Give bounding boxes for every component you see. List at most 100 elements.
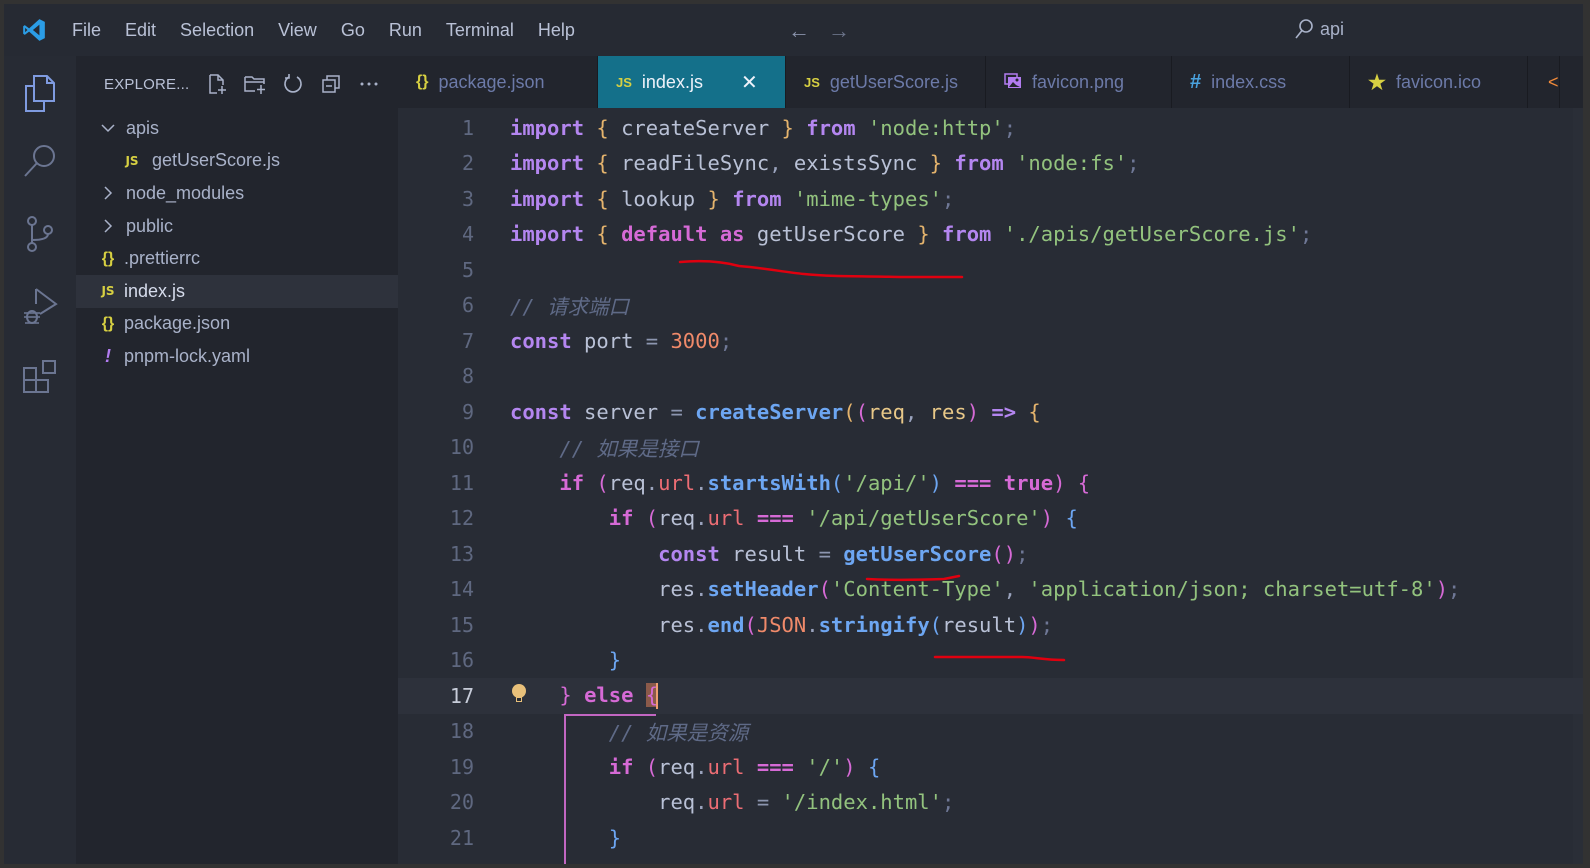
code-token: ; <box>942 790 955 815</box>
code-line[interactable]: 11 if (req.url.startsWith('/api/') === t… <box>398 465 1583 501</box>
javascript-file-icon: JS <box>616 74 632 90</box>
tree-item-label: .prettierrc <box>124 248 201 269</box>
code-text: if (req.url.startsWith('/api/') === true… <box>510 471 1090 495</box>
menu-run[interactable]: Run <box>377 20 434 41</box>
code-token: . <box>695 470 708 495</box>
tree-item-label: public <box>126 215 174 236</box>
menu-edit[interactable]: Edit <box>113 20 168 41</box>
menu-file[interactable]: File <box>60 20 113 41</box>
bracket-guide-horizontal <box>564 713 656 716</box>
tree-item-index-js[interactable]: JS index.js <box>76 274 398 308</box>
line-number: 15 <box>449 612 474 637</box>
collapse-all-icon[interactable] <box>319 72 343 96</box>
menu-terminal[interactable]: Terminal <box>434 20 526 41</box>
command-center-search[interactable]: api <box>1294 18 1344 40</box>
code-line[interactable]: 8 <box>398 359 1583 395</box>
code-line[interactable]: 13 const result = getUserScore(); <box>398 536 1583 572</box>
vscode-window: File Edit Selection View Go Run Terminal Help ←… <box>4 4 1583 864</box>
line-number: 8 <box>461 364 474 389</box>
tab-favicon-ico[interactable]: ★ favicon.ico <box>1350 56 1528 108</box>
source-control-icon[interactable] <box>20 214 60 254</box>
line-number: 10 <box>449 435 474 460</box>
code-token: ) <box>1435 577 1449 602</box>
tree-item-pnpm-lock-yaml[interactable]: ! pnpm-lock.yaml <box>76 340 398 373</box>
javascript-file-icon: JS <box>125 153 139 168</box>
tree-item-label: getUserScore.js <box>152 150 281 171</box>
code-line[interactable]: 7 const port = 3000; <box>398 323 1583 359</box>
code-line[interactable]: 14 res.setHeader('Content-Type', 'applic… <box>398 572 1583 608</box>
code-line[interactable]: 20 req.url = '/index.html'; <box>398 785 1583 821</box>
line-number: 5 <box>461 257 474 282</box>
search-icon[interactable] <box>20 142 60 182</box>
refresh-icon[interactable] <box>281 72 305 96</box>
code-line[interactable]: 19 if (req.url === '/') { <box>398 749 1583 785</box>
forward-arrow-icon[interactable]: → <box>828 18 850 44</box>
code-token: } <box>559 682 572 707</box>
menu-go[interactable]: Go <box>329 20 377 41</box>
explorer-icon[interactable] <box>20 74 60 114</box>
tab-package-json[interactable]: {} package.json <box>398 56 598 108</box>
tab-index-js[interactable]: JS index.js ✕ <box>598 56 786 108</box>
code-line[interactable]: 1 import { createServer } from 'node:http… <box>398 110 1583 146</box>
new-file-icon[interactable] <box>205 72 229 96</box>
code-line[interactable]: 6 // 请求端口 <box>398 288 1583 324</box>
code-token: ; <box>1127 151 1140 176</box>
tab-overflow-html-icon[interactable]: < <box>1528 56 1560 108</box>
code-line[interactable]: 17 } else { <box>398 678 1583 714</box>
tab-getuserscore-js[interactable]: JS getUserScore.js <box>786 56 986 108</box>
code-line[interactable]: 9 const server = createServer((req, res) … <box>398 394 1583 430</box>
code-line[interactable]: 15 res.end(JSON.stringify(result)); <box>398 607 1583 643</box>
tree-item-apis[interactable]: apis <box>76 112 398 145</box>
line-number: 12 <box>449 506 474 531</box>
code-text: } else { <box>510 682 659 709</box>
json-file-icon: {} <box>416 73 429 90</box>
menu-selection[interactable]: Selection <box>168 20 266 41</box>
lightbulb-icon[interactable] <box>510 683 530 707</box>
close-tab-icon[interactable]: ✕ <box>741 70 758 95</box>
tree-item-getuserscore-js[interactable]: JS getUserScore.js <box>76 145 398 178</box>
code-line[interactable]: 21 } <box>398 820 1583 856</box>
code-token: '/api/' <box>843 470 930 495</box>
line-number: 18 <box>449 719 474 744</box>
bracket-guide <box>564 713 566 864</box>
code-line[interactable]: 12 if (req.url === '/api/getUserScore') … <box>398 501 1583 537</box>
code-token: import <box>510 222 585 247</box>
code-line[interactable]: 18 // 如果是资源 <box>398 714 1583 750</box>
more-actions-icon[interactable] <box>357 72 381 96</box>
code-token: from <box>942 222 992 247</box>
tab-index-css[interactable]: # index.css <box>1172 56 1350 108</box>
code-token: } <box>608 648 622 673</box>
code-line[interactable]: 2 import { readFileSync, existsSync } fro… <box>398 146 1583 182</box>
line-number: 6 <box>461 293 474 318</box>
code-line[interactable]: 4 import { default as getUserScore } from… <box>398 217 1583 253</box>
menu-view[interactable]: View <box>266 20 329 41</box>
code-token: . <box>695 754 708 779</box>
tree-item-prettierrc[interactable]: {} .prettierrc <box>76 242 398 275</box>
tree-item-public[interactable]: public <box>76 210 398 243</box>
run-debug-icon[interactable] <box>20 286 60 326</box>
code-token: setHeader <box>707 577 819 602</box>
code-line[interactable]: 10 // 如果是接口 <box>398 430 1583 466</box>
tree-item-package-json[interactable]: {} package.json <box>76 308 398 341</box>
code-token: req <box>658 754 696 779</box>
tree-item-node-modules[interactable]: node_modules <box>76 177 398 210</box>
back-arrow-icon[interactable]: ← <box>788 18 810 44</box>
code-token: res <box>929 399 967 424</box>
code-line[interactable]: 5 <box>398 252 1583 288</box>
menu-help[interactable]: Help <box>526 20 587 41</box>
code-editor[interactable]: 1 import { createServer } from 'node:http… <box>398 108 1583 864</box>
tab-label: index.js <box>641 71 703 92</box>
code-token: { <box>596 222 609 247</box>
line-number: 20 <box>449 790 474 815</box>
code-line[interactable]: 3 import { lookup } from 'mime-types'; <box>398 181 1583 217</box>
tab-favicon-png[interactable]: favicon.png <box>986 56 1172 108</box>
code-line[interactable]: 16 } <box>398 643 1583 679</box>
code-token: true <box>1003 470 1054 495</box>
new-folder-icon[interactable] <box>243 72 267 96</box>
extensions-icon[interactable] <box>20 358 60 398</box>
